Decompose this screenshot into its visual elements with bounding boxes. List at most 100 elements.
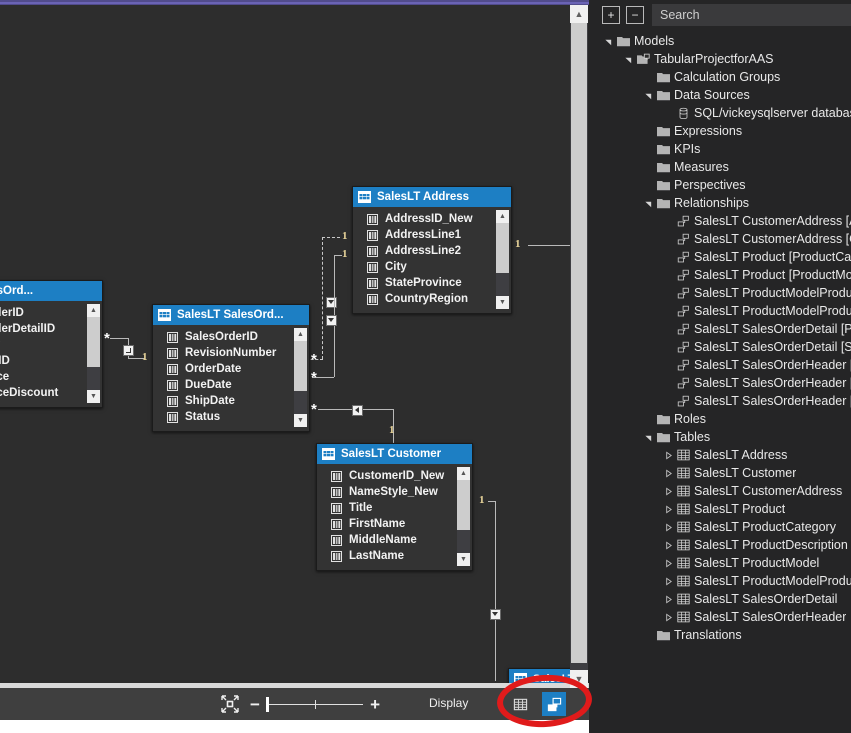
tree-node[interactable]: SalesLT Product [ProductCat: [598, 248, 851, 266]
expanded-twisty-icon[interactable]: [644, 91, 653, 100]
collapsed-twisty-icon[interactable]: [664, 594, 673, 604]
table-field[interactable]: LastName: [317, 548, 472, 564]
twisty[interactable]: [662, 468, 675, 478]
expanded-twisty-icon[interactable]: [644, 433, 653, 442]
collapsed-twisty-icon[interactable]: [664, 576, 673, 586]
tree-node[interactable]: Calculation Groups: [598, 68, 851, 86]
tree-node[interactable]: SQL/vickeysqlserver databas: [598, 104, 851, 122]
tree-node[interactable]: SalesLT ProductModelProdu: [598, 302, 851, 320]
collapsed-twisty-icon[interactable]: [664, 504, 673, 514]
diagram-table-header[interactable]: SalesLT Address: [353, 187, 511, 207]
tree-node[interactable]: Expressions: [598, 122, 851, 140]
collapsed-twisty-icon[interactable]: [664, 450, 673, 460]
tree-node[interactable]: Roles: [598, 410, 851, 428]
tree-node[interactable]: Tables: [598, 428, 851, 446]
twisty[interactable]: [662, 486, 675, 496]
table-field[interactable]: CustomerID_New: [317, 468, 472, 484]
canvas-vertical-scrollbar[interactable]: ▲ ▼: [570, 5, 588, 688]
diagram-table-header[interactable]: SalesOrd...: [0, 281, 102, 301]
fit-to-screen-button[interactable]: [220, 694, 240, 714]
twisty[interactable]: [662, 558, 675, 568]
table-scrollbar[interactable]: ▲ ▼: [294, 328, 307, 427]
table-field[interactable]: StateProvince: [353, 275, 511, 291]
diagram-table-customer[interactable]: SalesLT Customer CustomerID_New NameStyl…: [316, 443, 473, 571]
table-field[interactable]: SalesOrderID: [153, 329, 309, 345]
scroll-thumb[interactable]: [571, 23, 587, 663]
diagram-table-salesorderdetail[interactable]: SalesOrd... OrderID OrderDetailID Qty uc…: [0, 280, 103, 408]
scroll-down-icon[interactable]: ▼: [87, 390, 100, 403]
tree-node[interactable]: SalesLT CustomerAddress [A: [598, 212, 851, 230]
table-field[interactable]: MiddleName: [317, 532, 472, 548]
scroll-up-icon[interactable]: ▲: [570, 5, 588, 23]
scroll-down-icon[interactable]: ▼: [496, 296, 509, 309]
diagram-table-header[interactable]: SalesLT Customer: [317, 444, 472, 464]
tree-node[interactable]: SalesLT ProductModelProdu: [598, 284, 851, 302]
scroll-up-icon[interactable]: ▲: [87, 304, 100, 317]
diagram-table-address[interactable]: SalesLT Address AddressID_New AddressLin…: [352, 186, 512, 314]
collapsed-twisty-icon[interactable]: [664, 540, 673, 550]
table-field[interactable]: Title: [317, 500, 472, 516]
relationship-direction-marker[interactable]: [490, 609, 501, 620]
search-input[interactable]: Search: [652, 4, 851, 26]
diagram-canvas[interactable]: 1 1 * 1 * * 1 * 1 1 Ord... erID erDetail…: [0, 5, 570, 688]
zoom-slider-track[interactable]: [265, 696, 364, 712]
table-field[interactable]: CountryRegion: [353, 291, 511, 307]
tree-node[interactable]: SalesLT ProductDescription: [598, 536, 851, 554]
relationship-direction-marker[interactable]: [123, 345, 134, 356]
twisty[interactable]: [662, 594, 675, 604]
relationship-direction-marker[interactable]: [326, 297, 337, 308]
expanded-twisty-icon[interactable]: [644, 199, 653, 208]
tree-node[interactable]: SalesLT SalesOrderDetail [Pr: [598, 320, 851, 338]
tree-node[interactable]: Perspectives: [598, 176, 851, 194]
table-field[interactable]: Status: [153, 409, 309, 425]
scroll-thumb[interactable]: [457, 480, 470, 530]
zoom-out-button[interactable]: −: [250, 696, 260, 713]
tree-node[interactable]: KPIs: [598, 140, 851, 158]
scroll-thumb[interactable]: [87, 317, 100, 367]
table-field[interactable]: AddressID_New: [353, 211, 511, 227]
tree-node[interactable]: SalesLT SalesOrderDetail: [598, 590, 851, 608]
collapse-all-button[interactable]: −: [626, 6, 644, 24]
tree-node[interactable]: SalesLT ProductModel: [598, 554, 851, 572]
table-field[interactable]: City: [353, 259, 511, 275]
twisty[interactable]: [642, 199, 655, 208]
tree-node[interactable]: SalesLT SalesOrderHeader [C: [598, 374, 851, 392]
diagram-table-header[interactable]: SalesLT SalesOrd...: [153, 305, 309, 325]
scroll-down-icon[interactable]: ▼: [457, 553, 470, 566]
tree-node[interactable]: Translations: [598, 626, 851, 644]
collapsed-twisty-icon[interactable]: [664, 612, 673, 622]
tree-node[interactable]: SalesLT SalesOrderHeader [B: [598, 356, 851, 374]
tree-node[interactable]: SalesLT CustomerAddress [C: [598, 230, 851, 248]
scroll-up-icon[interactable]: ▲: [294, 328, 307, 341]
twisty[interactable]: [602, 37, 615, 46]
tree-node[interactable]: Data Sources: [598, 86, 851, 104]
expand-all-button[interactable]: +: [602, 6, 620, 24]
expanded-twisty-icon[interactable]: [624, 55, 633, 64]
table-field[interactable]: AddressLine2: [353, 243, 511, 259]
table-field[interactable]: OrderDate: [153, 361, 309, 377]
twisty[interactable]: [662, 450, 675, 460]
tree-node[interactable]: TabularProjectforAAS: [598, 50, 851, 68]
twisty[interactable]: [642, 91, 655, 100]
tree-node[interactable]: SalesLT Customer: [598, 464, 851, 482]
table-scrollbar[interactable]: ▲ ▼: [87, 304, 100, 403]
scroll-thumb[interactable]: [496, 223, 509, 273]
tree-node[interactable]: SalesLT SalesOrderDetail [Sal: [598, 338, 851, 356]
tree-node[interactable]: SalesLT CustomerAddress: [598, 482, 851, 500]
scroll-up-icon[interactable]: ▲: [457, 467, 470, 480]
scroll-up-icon[interactable]: ▲: [496, 210, 509, 223]
table-field[interactable]: AddressLine1: [353, 227, 511, 243]
table-scrollbar[interactable]: ▲ ▼: [457, 467, 470, 566]
tree-node[interactable]: SalesLT ProductCategory: [598, 518, 851, 536]
twisty[interactable]: [662, 576, 675, 586]
zoom-slider-thumb[interactable]: [265, 696, 269, 712]
collapsed-twisty-icon[interactable]: [664, 486, 673, 496]
table-field[interactable]: FirstName: [317, 516, 472, 532]
table-field[interactable]: NameStyle_New: [317, 484, 472, 500]
tree-node[interactable]: SalesLT ProductModelProdu: [598, 572, 851, 590]
twisty[interactable]: [642, 433, 655, 442]
expanded-twisty-icon[interactable]: [604, 37, 613, 46]
zoom-slider[interactable]: − +: [250, 695, 380, 713]
table-scrollbar[interactable]: ▲ ▼: [496, 210, 509, 309]
scroll-down-icon[interactable]: ▼: [294, 414, 307, 427]
